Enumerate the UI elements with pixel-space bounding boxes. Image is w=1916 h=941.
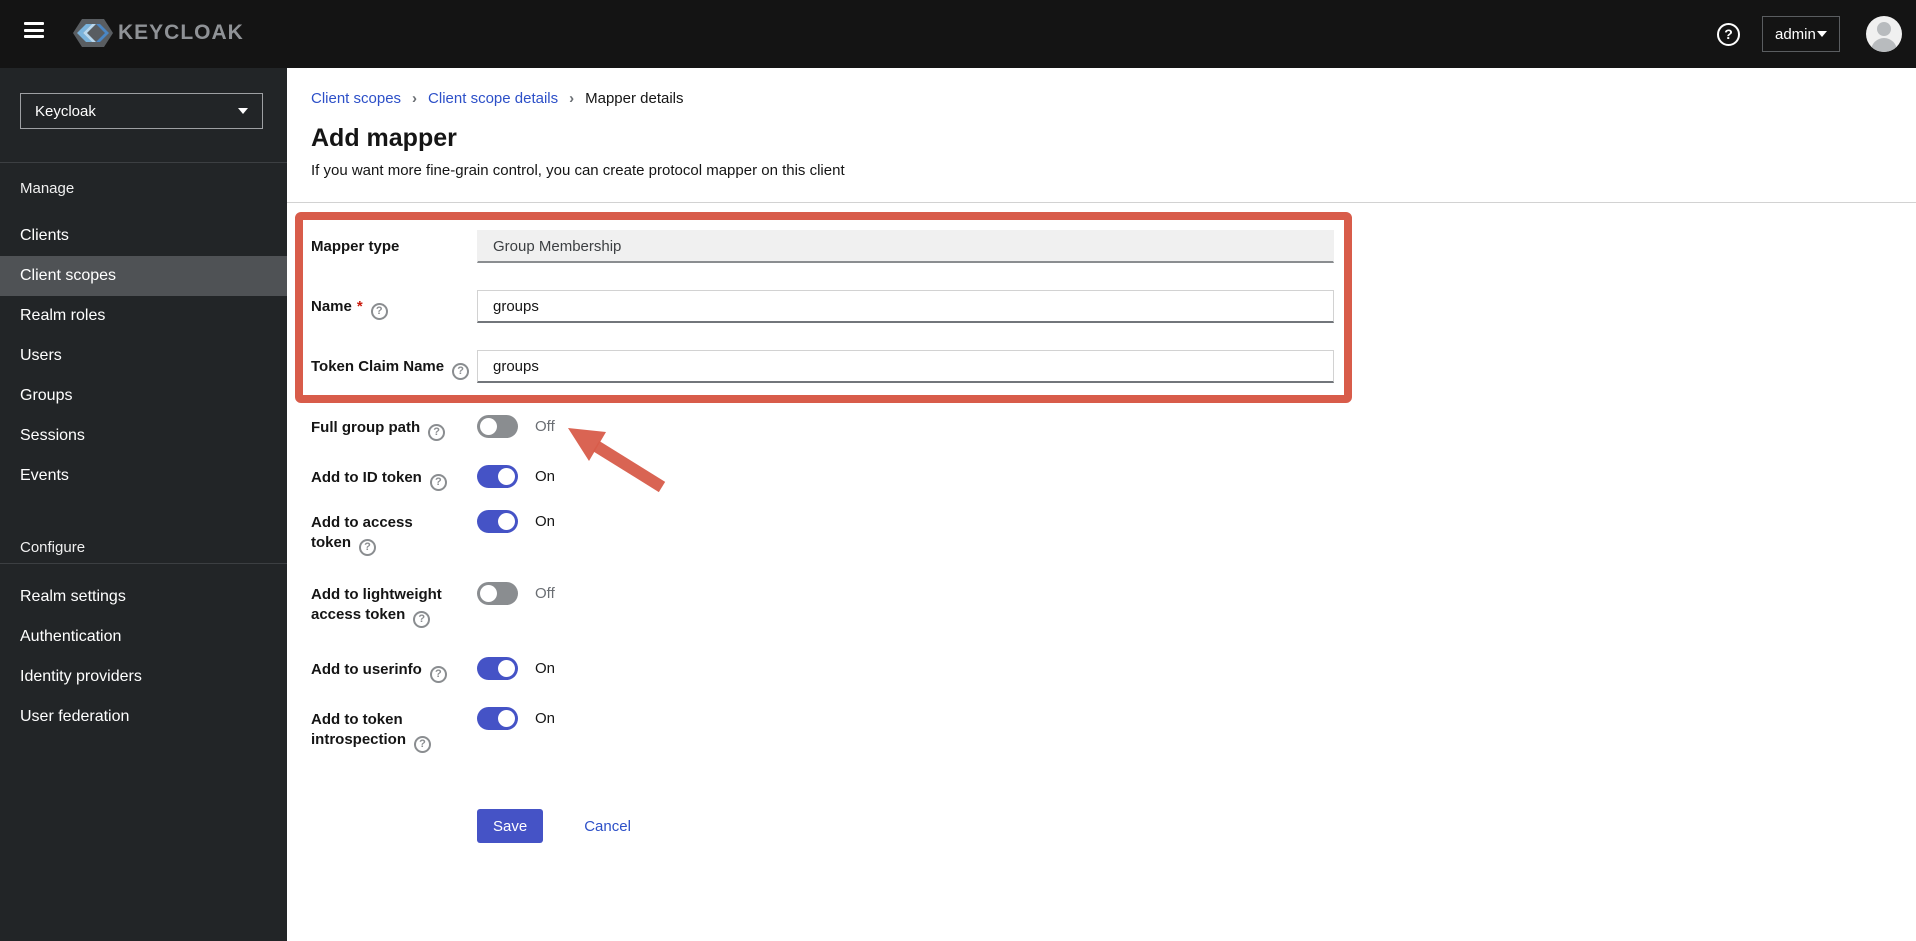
add-to-access-token-toggle[interactable] — [477, 510, 518, 533]
toggle-state-label: Off — [535, 585, 555, 602]
sidebar-item-client-scopes[interactable]: Client scopes — [0, 256, 287, 296]
page-subtitle: If you want more fine-grain control, you… — [311, 162, 845, 179]
breadcrumb-separator-icon: › — [412, 90, 418, 107]
cancel-link[interactable]: Cancel — [584, 818, 631, 835]
sidebar-divider — [0, 563, 287, 564]
sidebar-item-clients[interactable]: Clients — [0, 216, 287, 256]
toggle-state-label: On — [535, 513, 556, 530]
save-button[interactable]: Save — [477, 809, 544, 843]
form-row-add-to-access-token: Add to access token? On — [311, 506, 555, 556]
add-to-userinfo-label: Add to userinfo — [311, 661, 422, 678]
user-menu-label: admin — [1775, 25, 1816, 43]
help-icon[interactable]: ? — [414, 735, 432, 753]
form-row-add-to-token-introspection: Add to token introspection? On — [311, 703, 555, 753]
top-header: KEYCLOAK ? admin — [0, 0, 1916, 68]
user-menu-dropdown[interactable]: admin — [1762, 16, 1840, 52]
help-icon[interactable]: ? — [1717, 22, 1740, 46]
mapper-type-input — [477, 230, 1334, 263]
page-title: Add mapper — [311, 124, 457, 152]
form-row-add-to-userinfo: Add to userinfo? On — [311, 653, 555, 683]
form-row-add-to-id-token: Add to ID token? On — [311, 461, 555, 491]
content-divider — [287, 202, 1916, 203]
chevron-down-icon — [1817, 31, 1827, 37]
form-row-add-to-lightweight-access-token: Add to lightweight access token? Off — [311, 578, 555, 628]
sidebar: Keycloak Manage Clients Client scopes Re… — [0, 68, 287, 941]
token-claim-name-input[interactable] — [477, 350, 1334, 383]
help-icon[interactable]: ? — [413, 610, 431, 628]
toggle-state-label: On — [535, 660, 556, 677]
full-group-path-toggle[interactable] — [477, 415, 518, 438]
token-claim-name-label: Token Claim Name — [311, 358, 445, 375]
form-row-token-claim-name: Token Claim Name? — [311, 350, 1334, 383]
breadcrumb-separator-icon: › — [569, 90, 575, 107]
add-to-userinfo-toggle[interactable] — [477, 657, 518, 680]
help-icon[interactable]: ? — [452, 362, 470, 380]
add-to-token-introspection-label: Add to token introspection — [311, 711, 407, 748]
required-asterisk: * — [356, 298, 363, 315]
form-row-name: Name *? — [311, 290, 1334, 323]
help-icon[interactable]: ? — [429, 665, 447, 683]
breadcrumb-current: Mapper details — [585, 90, 684, 107]
form-actions: Save Cancel — [477, 809, 631, 843]
sidebar-item-events[interactable]: Events — [0, 456, 287, 496]
sidebar-item-identity-providers[interactable]: Identity providers — [0, 657, 287, 697]
toggle-state-label: On — [535, 468, 556, 485]
avatar[interactable] — [1866, 16, 1902, 52]
keycloak-logo-icon — [73, 19, 113, 47]
full-group-path-label: Full group path — [311, 419, 421, 436]
sidebar-section-configure: Configure — [20, 539, 86, 556]
name-input[interactable] — [477, 290, 1334, 323]
add-to-id-token-toggle[interactable] — [477, 465, 518, 488]
sidebar-item-sessions[interactable]: Sessions — [0, 416, 287, 456]
toggle-state-label: On — [535, 710, 556, 727]
sidebar-item-realm-settings[interactable]: Realm settings — [0, 577, 287, 617]
breadcrumb: Client scopes › Client scope details › M… — [311, 90, 684, 107]
brand-text: KEYCLOAK — [118, 21, 244, 44]
mapper-type-label: Mapper type — [311, 238, 400, 255]
add-to-token-introspection-toggle[interactable] — [477, 707, 518, 730]
hamburger-menu-icon[interactable] — [24, 22, 44, 38]
sidebar-item-user-federation[interactable]: User federation — [0, 697, 287, 737]
help-icon[interactable]: ? — [370, 302, 388, 320]
toggle-state-label: Off — [535, 418, 555, 435]
main-content: Client scopes › Client scope details › M… — [287, 68, 1916, 941]
realm-selector[interactable]: Keycloak — [20, 93, 263, 129]
sidebar-item-authentication[interactable]: Authentication — [0, 617, 287, 657]
sidebar-item-groups[interactable]: Groups — [0, 376, 287, 416]
chevron-down-icon — [238, 108, 248, 114]
sidebar-item-realm-roles[interactable]: Realm roles — [0, 296, 287, 336]
breadcrumb-client-scope-details[interactable]: Client scope details — [428, 90, 558, 107]
name-label: Name — [311, 298, 352, 315]
realm-selector-label: Keycloak — [35, 102, 96, 120]
keycloak-logo: KEYCLOAK — [72, 17, 244, 49]
breadcrumb-client-scopes[interactable]: Client scopes — [311, 90, 401, 107]
help-icon[interactable]: ? — [428, 423, 446, 441]
add-to-id-token-label: Add to ID token — [311, 469, 422, 486]
sidebar-section-manage: Manage — [20, 180, 75, 197]
sidebar-divider — [0, 162, 287, 163]
sidebar-item-users[interactable]: Users — [0, 336, 287, 376]
help-icon[interactable]: ? — [359, 538, 377, 556]
add-to-lightweight-access-token-toggle[interactable] — [477, 582, 518, 605]
form-row-full-group-path: Full group path? Off — [311, 411, 555, 441]
help-icon[interactable]: ? — [429, 473, 447, 491]
form-row-mapper-type: Mapper type — [311, 230, 1334, 263]
